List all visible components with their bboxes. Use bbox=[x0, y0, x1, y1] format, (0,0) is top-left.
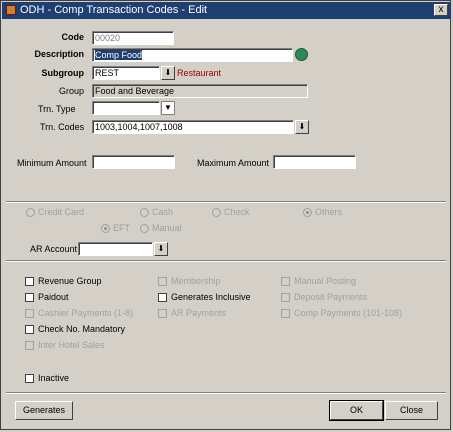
inactive-checkbox[interactable] bbox=[25, 374, 34, 383]
description-field[interactable]: Comp Food bbox=[92, 48, 293, 62]
subgroup-caption: Restaurant bbox=[177, 68, 222, 78]
ar-account-dropdown-icon[interactable]: ⬇ bbox=[154, 242, 168, 256]
close-button[interactable]: Close bbox=[385, 401, 438, 420]
comp-payments-label: Comp Payments (101-108) bbox=[294, 308, 403, 318]
generates-inclusive-checkbox[interactable] bbox=[158, 293, 167, 302]
cash-radio[interactable] bbox=[140, 208, 149, 217]
ar-account-label: AR Account bbox=[30, 244, 78, 254]
trn-codes-dropdown-icon[interactable]: ⬇ bbox=[295, 120, 309, 134]
group-label: Group bbox=[58, 86, 84, 96]
membership-checkbox[interactable] bbox=[158, 277, 167, 286]
inactive-label: Inactive bbox=[38, 373, 70, 383]
inter-hotel-sales-label: Inter Hotel Sales bbox=[38, 340, 105, 350]
ar-account-field[interactable] bbox=[78, 242, 153, 256]
window-title: ODH - Comp Transaction Codes - Edit bbox=[20, 4, 208, 16]
close-window-button[interactable]: x bbox=[434, 4, 448, 16]
membership-label: Membership bbox=[171, 276, 221, 286]
minimum-amount-label: Minimum Amount bbox=[17, 158, 87, 168]
trn-type-select[interactable] bbox=[92, 101, 160, 115]
minimum-amount-field[interactable] bbox=[92, 155, 175, 169]
trn-codes-field[interactable]: 1003,1004,1007,1008 bbox=[92, 120, 294, 134]
trn-codes-label: Trn. Codes bbox=[40, 122, 85, 132]
code-label: Code bbox=[61, 32, 85, 42]
maximum-amount-field[interactable] bbox=[273, 155, 356, 169]
credit-card-label: Credit Card bbox=[38, 207, 85, 217]
deposit-payments-label: Deposit Payments bbox=[294, 292, 368, 302]
eft-radio[interactable] bbox=[101, 224, 110, 233]
group-field: Food and Beverage bbox=[92, 84, 308, 98]
check-radio[interactable] bbox=[212, 208, 221, 217]
dialog-window: ODH - Comp Transaction Codes - Edit x Co… bbox=[0, 0, 451, 430]
code-field[interactable]: 00020 bbox=[92, 31, 174, 45]
translate-globe-icon[interactable] bbox=[295, 48, 308, 61]
manual-radio[interactable] bbox=[140, 224, 149, 233]
cashier-payments-checkbox[interactable] bbox=[25, 309, 34, 318]
cash-label: Cash bbox=[152, 207, 174, 217]
deposit-payments-checkbox[interactable] bbox=[281, 293, 290, 302]
subgroup-dropdown-icon[interactable]: ⬇ bbox=[161, 66, 175, 80]
comp-payments-checkbox[interactable] bbox=[281, 309, 290, 318]
inter-hotel-sales-checkbox[interactable] bbox=[25, 341, 34, 350]
ar-payments-label: AR Payments bbox=[171, 308, 227, 318]
title-bar: ODH - Comp Transaction Codes - Edit x bbox=[2, 2, 451, 19]
trn-type-chevron-down-icon[interactable]: ▼ bbox=[161, 101, 175, 115]
generates-inclusive-label: Generates Inclusive bbox=[171, 292, 251, 302]
others-label: Others bbox=[315, 207, 343, 217]
separator bbox=[6, 201, 446, 203]
generates-button[interactable]: Generates bbox=[15, 401, 73, 420]
maximum-amount-label: Maximum Amount bbox=[197, 158, 270, 168]
description-value: Comp Food bbox=[95, 50, 143, 60]
eft-label: EFT bbox=[113, 223, 130, 233]
check-no-mandatory-label: Check No. Mandatory bbox=[38, 324, 126, 334]
ok-button[interactable]: OK bbox=[329, 400, 384, 421]
others-radio[interactable] bbox=[303, 208, 312, 217]
cashier-payments-label: Cashier Payments (1-8) bbox=[38, 308, 134, 318]
paidout-checkbox[interactable] bbox=[25, 293, 34, 302]
manual-label: Manual bbox=[152, 223, 182, 233]
paidout-label: Paidout bbox=[38, 292, 69, 302]
check-label: Check bbox=[224, 207, 250, 217]
separator bbox=[6, 260, 446, 262]
revenue-group-checkbox[interactable] bbox=[25, 277, 34, 286]
separator bbox=[6, 392, 446, 394]
revenue-group-label: Revenue Group bbox=[38, 276, 102, 286]
manual-posting-checkbox[interactable] bbox=[281, 277, 290, 286]
credit-card-radio[interactable] bbox=[26, 208, 35, 217]
subgroup-field[interactable]: REST bbox=[92, 66, 160, 80]
description-label: Description bbox=[34, 49, 84, 59]
subgroup-label: Subgroup bbox=[41, 68, 85, 78]
app-icon bbox=[6, 5, 16, 15]
trn-type-label: Trn. Type bbox=[38, 104, 76, 114]
check-no-mandatory-checkbox[interactable] bbox=[25, 325, 34, 334]
ar-payments-checkbox[interactable] bbox=[158, 309, 167, 318]
manual-posting-label: Manual Posting bbox=[294, 276, 357, 286]
